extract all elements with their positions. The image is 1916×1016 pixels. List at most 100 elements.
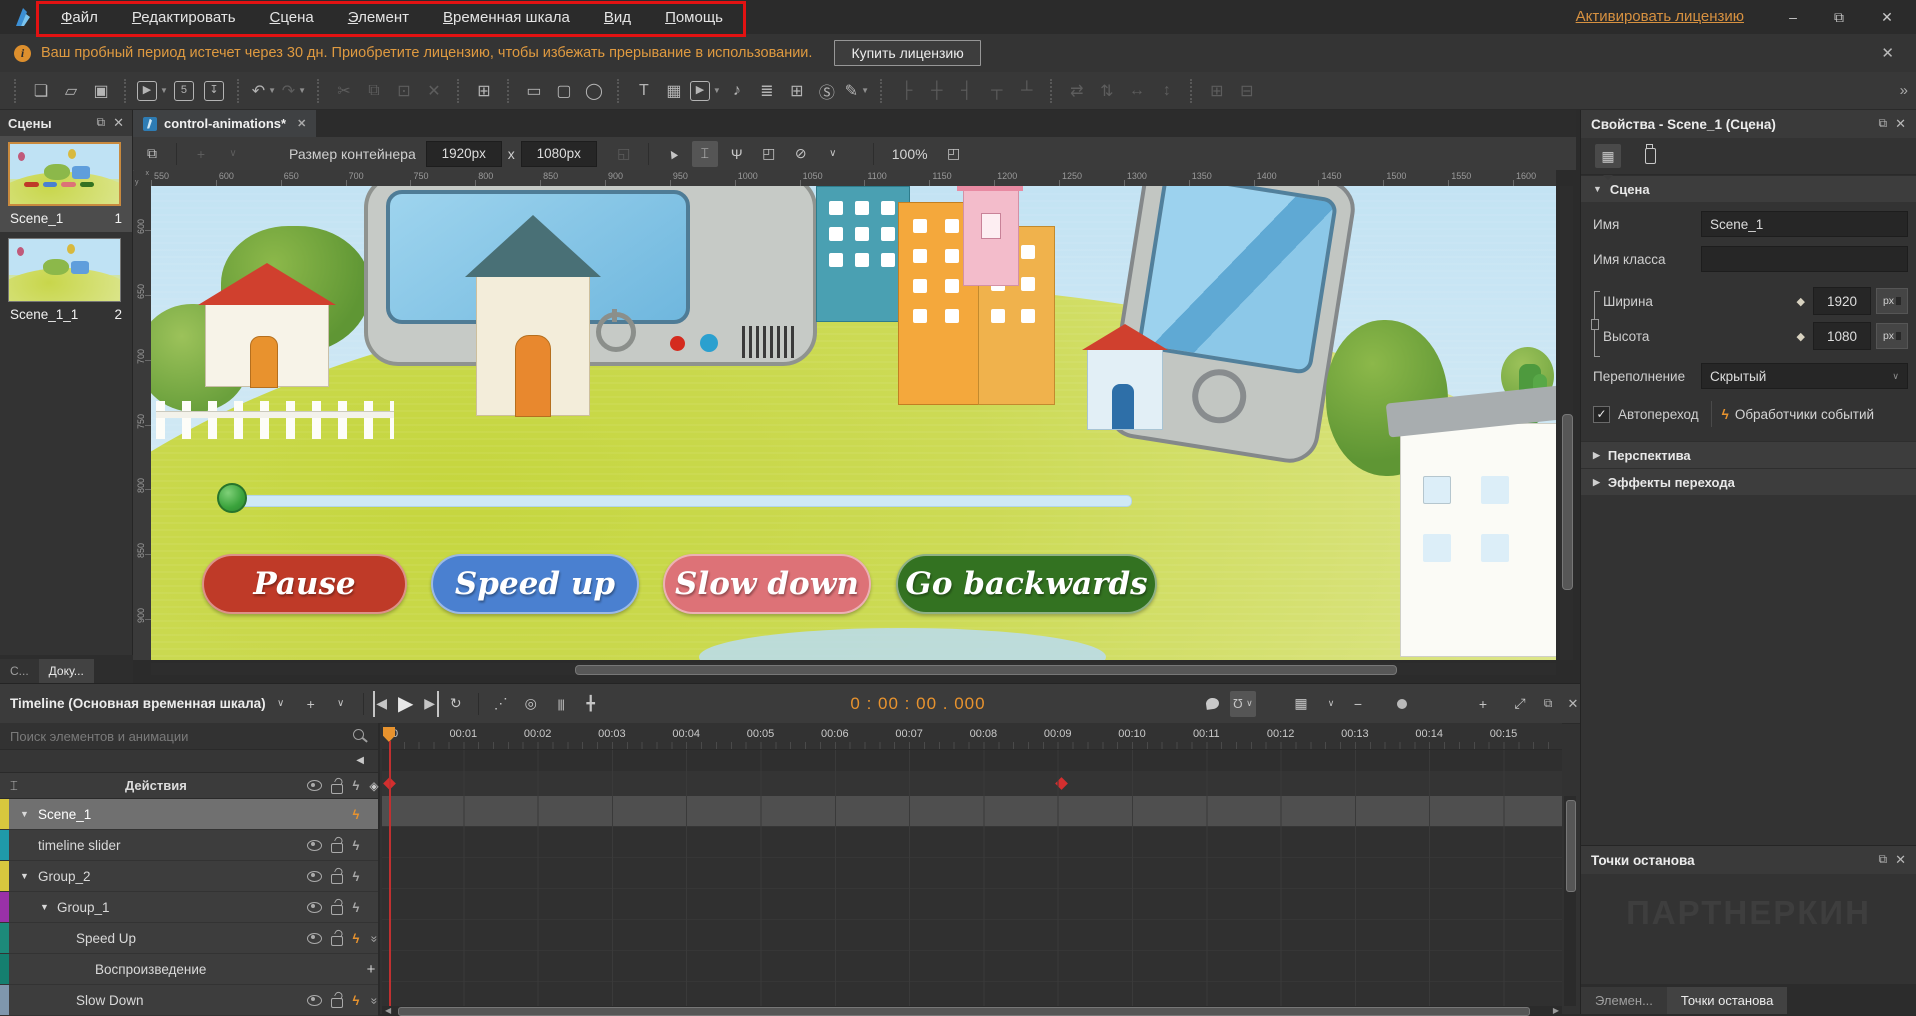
insert-audio-icon[interactable]: ♪ [723, 76, 751, 106]
event-handlers-icon[interactable]: ϟ [345, 892, 367, 922]
timeline-track-row[interactable] [382, 827, 1562, 858]
float-panel-icon[interactable]: ⧉ [1879, 852, 1888, 868]
transform-origin-tool[interactable]: ⌶ [692, 141, 718, 167]
timeline-row-group_2[interactable]: ▼Group_2ϟ [0, 861, 378, 892]
comment-balloon-icon[interactable] [1199, 691, 1225, 717]
panel-tab-1[interactable]: Доку... [39, 659, 94, 683]
insert-media-icon[interactable]: ▶▼ [690, 76, 721, 106]
distribute-vertical-icon[interactable]: ⇅ [1093, 76, 1121, 106]
timeline-track-area[interactable]: 000:0100:0200:0300:0400:0500:0600:0700:0… [382, 723, 1562, 1015]
same-height-icon[interactable]: ↕ [1153, 76, 1181, 106]
timeline-row-group_1[interactable]: ▼Group_1ϟ [0, 892, 378, 923]
collapse-left-icon[interactable]: ◀ [356, 755, 364, 766]
timeline-row-timeline-slider[interactable]: timeline sliderϟ [0, 830, 378, 861]
event-handlers-icon[interactable]: ϟ [345, 830, 367, 860]
menu-item-2[interactable]: Сцена [253, 1, 331, 34]
scale-stage-icon[interactable]: ◱ [611, 141, 637, 167]
menu-item-4[interactable]: Временная шкала [426, 1, 587, 34]
keyframe-diamond[interactable] [1056, 777, 1069, 790]
draw-ellipse-icon[interactable]: ◯ [580, 76, 608, 106]
trial-close-icon[interactable]: ✕ [1881, 44, 1894, 62]
keyframe-diamond-icon[interactable]: ◆ [1797, 330, 1805, 343]
container-height-input[interactable] [521, 141, 597, 167]
tab-styles[interactable] [1637, 144, 1663, 168]
timeline-search-input[interactable] [0, 729, 350, 744]
align-top-icon[interactable]: ┬ [983, 76, 1011, 106]
link-dimensions-icon[interactable] [1594, 291, 1601, 357]
stage-button-go-backwards[interactable]: Go backwards [896, 554, 1157, 614]
timeline-track-row[interactable] [382, 796, 1562, 827]
stage-seek-slider-knob[interactable] [217, 483, 247, 513]
menu-item-3[interactable]: Элемент [331, 1, 426, 34]
window-restore-button[interactable]: ⧉ [1824, 6, 1854, 28]
loop-playback-button[interactable]: ↻ [443, 691, 469, 717]
select-tool[interactable]: ▲ [660, 141, 686, 167]
timeline-zoom-slider-knob[interactable] [1397, 699, 1407, 709]
insert-text-icon[interactable]: T [630, 76, 658, 106]
window-close-button[interactable]: ✕ [1872, 6, 1902, 28]
close-panel-icon[interactable]: ✕ [1895, 852, 1906, 868]
add-scene-button[interactable]: + [188, 141, 214, 167]
undo-icon[interactable]: ↶▼ [250, 76, 278, 106]
section-0-collapsed[interactable]: ▶Перспектива [1581, 441, 1916, 468]
align-bottom-icon[interactable]: ┴ [1013, 76, 1041, 106]
timeline-ruler[interactable]: 000:0100:0200:0300:0400:0500:0600:0700:0… [382, 723, 1562, 750]
close-panel-icon[interactable]: ✕ [1560, 691, 1586, 717]
menu-item-1[interactable]: Редактировать [115, 1, 253, 34]
class-name-input[interactable] [1701, 246, 1908, 272]
align-left-icon[interactable]: ├ [893, 76, 921, 106]
height-unit-button[interactable]: px [1876, 323, 1908, 349]
visibility-toggle-icon[interactable] [303, 923, 325, 953]
new-document-icon[interactable]: ❏ [27, 76, 55, 106]
align-center-icon[interactable]: ┼ [923, 76, 951, 106]
dock-panels-icon[interactable]: ⧉ [139, 141, 165, 167]
insert-div-icon[interactable]: ⊞ [470, 76, 498, 106]
visibility-toggle-icon[interactable] [303, 985, 325, 1015]
align-right-icon[interactable]: ┤ [953, 76, 981, 106]
tool-options-chevron[interactable]: ∨ [820, 141, 846, 167]
go-to-start-button[interactable]: ◀ [373, 691, 389, 717]
insert-list-icon[interactable]: ≣ [753, 76, 781, 106]
insert-table-icon[interactable]: ⊞ [783, 76, 811, 106]
disable-snapping-icon[interactable]: ⊘ [788, 141, 814, 167]
timeline-track-row[interactable] [382, 858, 1562, 889]
timeline-select-chevron[interactable]: ∨ [268, 691, 294, 717]
timeline-actions-track[interactable] [382, 771, 1562, 797]
toggle-all-visibility-icon[interactable] [303, 773, 325, 798]
timeline-zoom-in-button[interactable]: + [1470, 691, 1496, 717]
document-tab-close-icon[interactable]: ✕ [297, 117, 306, 130]
sort-rows-icon[interactable]: ⌶ [10, 778, 18, 794]
scene-list-item[interactable]: Scene_11 [0, 136, 132, 232]
stage-canvas[interactable]: PauseSpeed upSlow downGo backwards [151, 186, 1556, 660]
autoadvance-checkbox[interactable]: ✓ [1593, 406, 1610, 423]
cut-icon[interactable]: ✂ [330, 76, 358, 106]
timeline-row-воспроизведение[interactable]: Воспроизведение+ [0, 954, 378, 985]
timeline-row-scene_1[interactable]: ▼Scene_1ϟ [0, 799, 378, 830]
scene-name-input[interactable] [1701, 211, 1908, 237]
auto-keyframe-mode-button[interactable]: ⋰ [488, 691, 514, 717]
menu-item-0[interactable]: Файл [44, 1, 115, 34]
add-scene-chevron[interactable]: ∨ [220, 141, 246, 167]
activate-license-link[interactable]: Активировать лицензию [1576, 8, 1744, 25]
visibility-toggle-icon[interactable] [303, 830, 325, 860]
timeline-track-row[interactable] [382, 889, 1562, 920]
menu-item-6[interactable]: Помощь [648, 1, 740, 34]
section-scene[interactable]: ▼ Сцена [1581, 175, 1916, 202]
ungroup-elements-icon[interactable]: ⊟ [1233, 76, 1261, 106]
stage-button-speed-up[interactable]: Speed up [431, 554, 639, 614]
close-panel-icon[interactable]: ✕ [1895, 116, 1906, 132]
document-tab[interactable]: control-animations* ✕ [133, 110, 316, 137]
timeline-vertical-scrollbar[interactable] [1564, 796, 1576, 1006]
timeline-options-chevron[interactable]: ∨ [328, 691, 354, 717]
draw-rectangle-icon[interactable]: ▭ [520, 76, 548, 106]
timeline-row-speed-up[interactable]: Speed Upϟ» [0, 923, 378, 954]
width-unit-button[interactable]: px [1876, 288, 1908, 314]
collapse-caret-icon[interactable]: ▼ [20, 871, 29, 881]
keyframe-diamond-icon[interactable]: ◆ [1797, 295, 1805, 308]
buy-license-button[interactable]: Купить лицензию [834, 40, 980, 66]
timeline-track-row[interactable] [382, 920, 1562, 951]
expand-timeline-icon[interactable]: ⤢ [1507, 691, 1533, 717]
save-project-icon[interactable]: ▣ [87, 76, 115, 106]
canvas-vertical-scrollbar[interactable] [1560, 186, 1573, 660]
grid-options-chevron[interactable]: ∨ [1318, 691, 1344, 717]
